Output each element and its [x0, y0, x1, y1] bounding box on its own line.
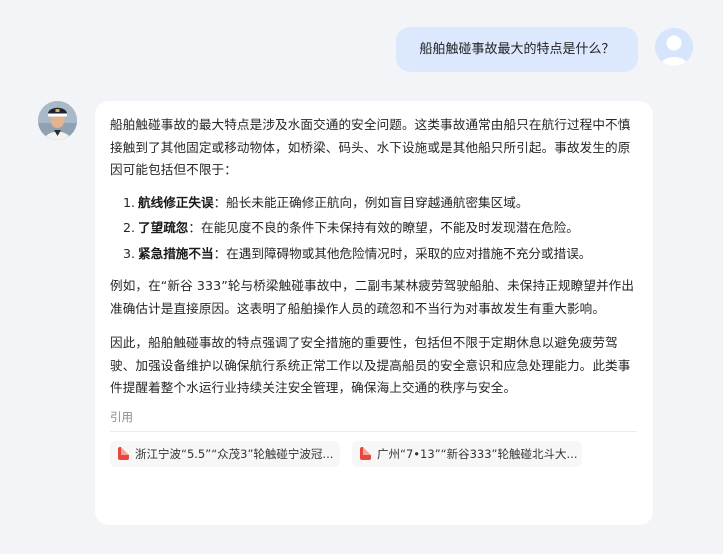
list-item-text: ：船长未能正确修正航向，例如盲目穿越通航密集区域。 — [213, 194, 529, 210]
reference-link[interactable]: 广州“7•13”“新谷333”轮触碰北斗大... — [352, 440, 582, 467]
assistant-answer-card: 船舶触碰事故的最大特点是涉及水面交通的安全问题。这类事故通常由船只在航行过程中不… — [95, 101, 653, 525]
list-number: 1. — [123, 194, 136, 210]
list-item-text: ：在能见度不良的条件下未保持有效的瞭望，不能及时发现潜在危险。 — [188, 220, 579, 235]
list-item-title: 了望疏忽 — [138, 220, 189, 235]
list-item: 2. 了望疏忽：在能见度不良的条件下未保持有效的瞭望，不能及时发现潜在危险。 — [110, 217, 637, 240]
pdf-icon — [360, 447, 371, 460]
reference-link[interactable]: 浙江宁波“5.5”“众茂3”轮触碰宁波冠... — [110, 440, 340, 467]
list-number: 2. — [123, 220, 136, 235]
assistant-avatar — [38, 101, 77, 140]
user-avatar-icon — [655, 28, 693, 66]
list-item: 1. 航线修正失误：船长未能正确修正航向，例如盲目穿越通航密集区域。 — [110, 192, 637, 215]
user-message-bubble: 船舶触碰事故最大的特点是什么？ — [396, 27, 638, 72]
reference-title: 广州“7•13”“新谷333”轮触碰北斗大... — [377, 446, 578, 461]
references-list: 浙江宁波“5.5”“众茂3”轮触碰宁波冠... 广州“7•13”“新谷333”轮… — [110, 440, 637, 467]
pdf-icon — [118, 447, 129, 460]
list-number: 3. — [123, 245, 136, 261]
answer-intro: 船舶触碰事故的最大特点是涉及水面交通的安全问题。这类事故通常由船只在航行过程中不… — [110, 117, 631, 177]
captain-avatar-icon — [38, 101, 77, 140]
references-label: 引用 — [110, 409, 637, 432]
answer-example: 例如，在“新谷 333”轮与桥梁触碰事故中，二副韦某林疲劳驾驶船舶、未保持正规瞭… — [110, 278, 635, 316]
cause-list: 1. 航线修正失误：船长未能正确修正航向，例如盲目穿越通航密集区域。 2. 了望疏忽… — [110, 192, 637, 266]
list-item-title: 航线修正失误 — [138, 194, 214, 210]
list-item-title: 紧急措施不当 — [138, 245, 214, 261]
list-item: 3. 紧急措施不当：在遇到障碍物或其他危险情况时，采取的应对措施不充分或措误。 — [110, 243, 637, 266]
answer-conclusion: 因此，船舶触碰事故的特点强调了安全措施的重要性，包括但不限于定期休息以避免疲劳驾… — [110, 335, 631, 395]
list-item-text: ：在遇到障碍物或其他危险情况时，采取的应对措施不充分或措误。 — [213, 245, 592, 261]
reference-title: 浙江宁波“5.5”“众茂3”轮触碰宁波冠... — [135, 446, 334, 461]
user-avatar — [655, 28, 693, 66]
